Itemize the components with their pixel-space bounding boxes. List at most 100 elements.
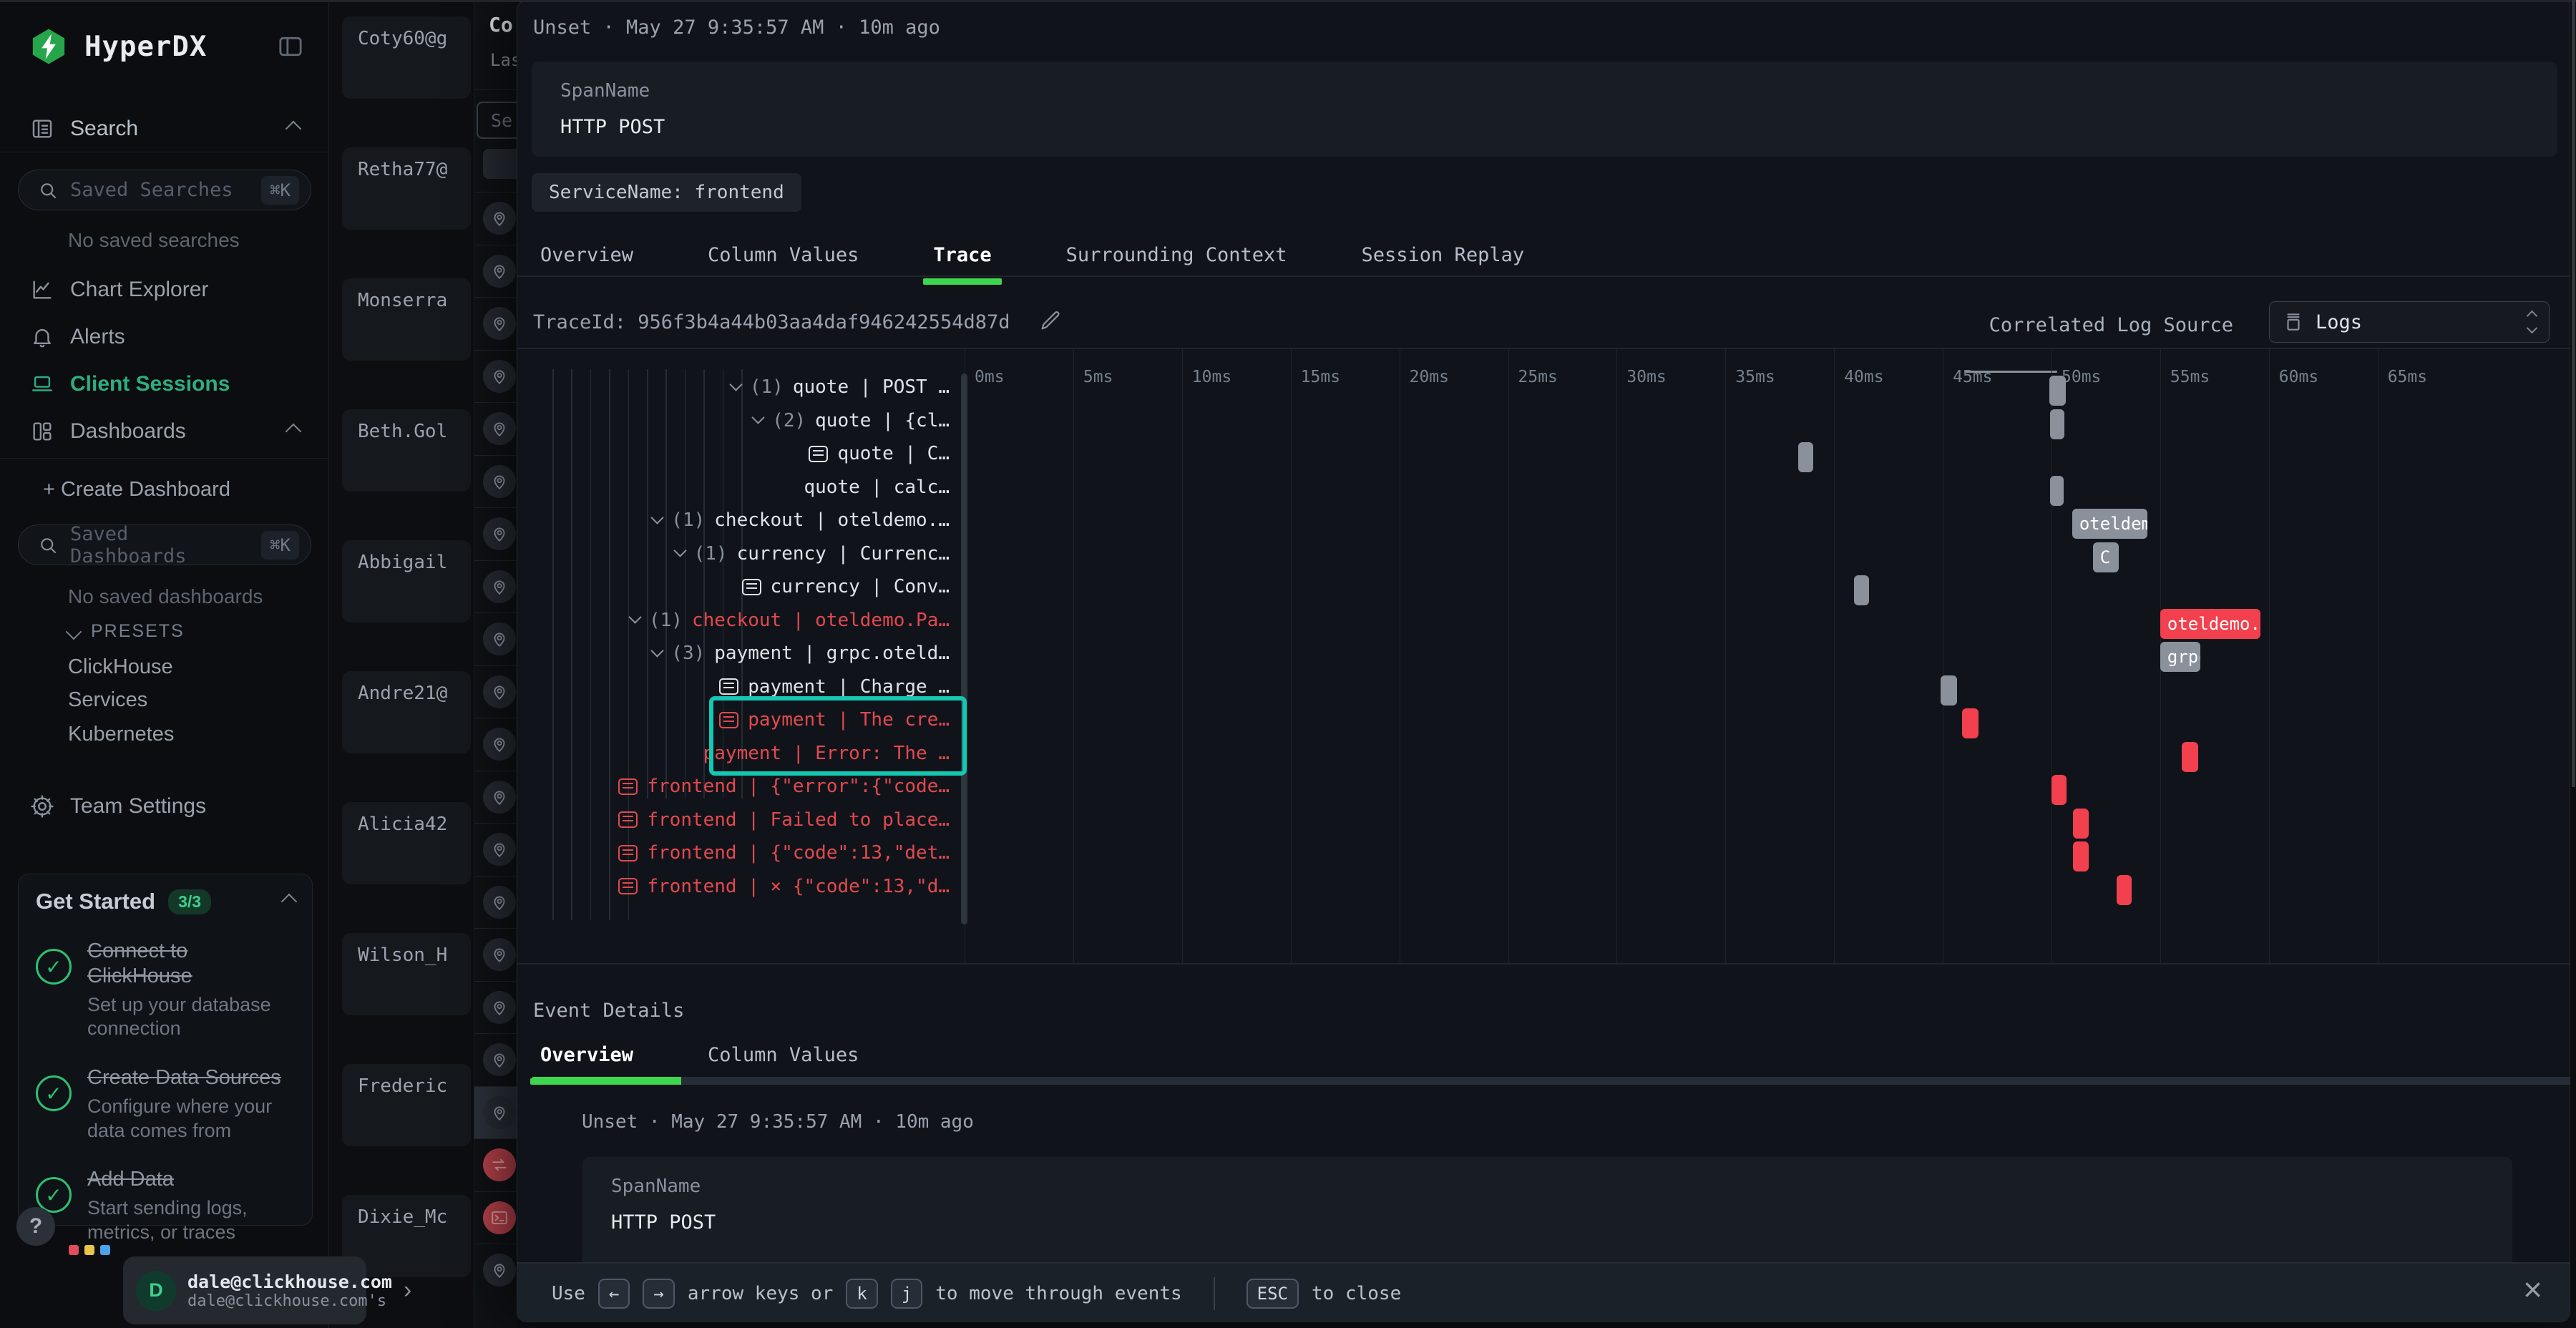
span-tree-row[interactable]: quote | calc… xyxy=(517,471,961,504)
get-started-step[interactable]: ✓ Connect to ClickHouse Set up your data… xyxy=(36,939,295,1041)
span-tree-row[interactable]: (1)checkout | oteldemo.… xyxy=(517,504,961,537)
span-bar[interactable]: C xyxy=(2093,542,2119,572)
location-event-row[interactable] xyxy=(474,771,517,824)
span-bar-error[interactable] xyxy=(2051,775,2067,805)
sidebar-item-chart-explorer[interactable]: Chart Explorer xyxy=(0,269,329,311)
location-event-row[interactable] xyxy=(474,560,517,613)
location-event-row[interactable] xyxy=(474,612,517,665)
presets-header[interactable]: PRESETS xyxy=(68,621,185,642)
timeline-tick-label: 50ms xyxy=(2062,368,2101,386)
preset-clickhouse[interactable]: ClickHouse xyxy=(68,655,173,679)
sidebar-item-search[interactable]: Search xyxy=(0,108,329,150)
span-tree-row[interactable]: (1)quote | POST … xyxy=(517,371,961,404)
location-event-row[interactable] xyxy=(474,665,517,718)
location-event-row[interactable] xyxy=(474,297,517,350)
chevron-down-icon[interactable] xyxy=(751,411,764,424)
chevron-down-icon[interactable] xyxy=(673,545,686,557)
close-icon[interactable]: × xyxy=(2523,1273,2542,1306)
span-bar[interactable] xyxy=(2050,409,2064,439)
span-tree-row[interactable]: frontend | Failed to place… xyxy=(517,804,961,837)
span-tree-row[interactable]: (3)payment | grpc.oteld… xyxy=(517,637,961,670)
span-tree-row[interactable]: frontend | {"code":13,"det… xyxy=(517,836,961,870)
preset-kubernetes[interactable]: Kubernetes xyxy=(68,723,174,746)
timeline-gridline xyxy=(1725,349,1726,963)
swap-event-row[interactable] xyxy=(474,1138,517,1191)
location-event-row[interactable] xyxy=(474,245,517,298)
span-bar-error[interactable] xyxy=(2073,841,2088,872)
timeline-gridline xyxy=(1616,349,1617,963)
location-event-row[interactable] xyxy=(474,192,517,245)
session-card[interactable]: Monserra xyxy=(342,278,471,361)
span-tree-row[interactable]: currency | Conv… xyxy=(517,570,961,604)
chevron-up-icon[interactable] xyxy=(286,121,302,137)
sidebar-item-alerts[interactable]: Alerts xyxy=(0,316,329,358)
span-bar[interactable]: grpc. xyxy=(2160,642,2200,672)
chevron-up-icon[interactable] xyxy=(281,894,298,910)
span-bar[interactable] xyxy=(2050,476,2063,506)
span-bar[interactable]: oteldemo. xyxy=(2072,509,2147,539)
span-bar-error[interactable] xyxy=(2182,742,2198,772)
location-event-row[interactable] xyxy=(474,1244,517,1297)
chevron-down-icon[interactable] xyxy=(651,644,664,657)
sidebar-item-client-sessions[interactable]: Client Sessions xyxy=(0,363,329,405)
child-count: (1) xyxy=(671,509,705,531)
span-bar-error[interactable] xyxy=(2117,875,2132,905)
session-search-input[interactable]: Se xyxy=(477,102,517,139)
span-tree-row[interactable]: frontend | × {"code":13,"d… xyxy=(517,870,961,904)
help-button[interactable]: ? xyxy=(16,1207,55,1246)
session-card[interactable]: Andre21@ xyxy=(342,671,471,753)
span-tree-row[interactable]: (1)currency | Currenc… xyxy=(517,537,961,571)
sidebar-item-dashboards[interactable]: Dashboards xyxy=(0,411,329,452)
chevron-up-icon[interactable] xyxy=(286,424,302,440)
location-event-row[interactable] xyxy=(474,1033,517,1086)
location-event-row[interactable] xyxy=(474,350,517,403)
session-card[interactable]: Abbigail xyxy=(342,540,471,622)
service-name-chip[interactable]: ServiceName: frontend xyxy=(532,173,801,212)
chevron-down-icon[interactable] xyxy=(628,611,641,624)
span-tree-row[interactable]: quote | C… xyxy=(517,437,961,471)
location-event-row[interactable] xyxy=(474,876,517,929)
location-event-row[interactable] xyxy=(474,823,517,876)
log-source-select[interactable]: Logs xyxy=(2269,301,2550,343)
edit-pencil-icon[interactable] xyxy=(1038,308,1063,336)
location-event-row[interactable] xyxy=(474,402,517,455)
session-card[interactable]: Retha77@ xyxy=(342,147,471,230)
span-tree-row[interactable]: (1)checkout | oteldemo.Pa… xyxy=(517,604,961,638)
span-bar-error[interactable] xyxy=(2073,809,2088,839)
get-started-step[interactable]: ✓ Create Data Sources Configure where yo… xyxy=(36,1065,295,1143)
chevron-down-icon[interactable] xyxy=(729,378,742,391)
user-account-chip[interactable]: D dale@clickhouse.com dale@clickhouse.co… xyxy=(123,1256,366,1324)
sidebar-item-team-settings[interactable]: Team Settings xyxy=(0,786,329,827)
span-bar[interactable] xyxy=(1941,675,1957,706)
location-event-row[interactable] xyxy=(474,1086,517,1139)
location-event-row[interactable] xyxy=(474,928,517,981)
location-event-row[interactable] xyxy=(474,507,517,560)
session-card[interactable]: Coty60@g xyxy=(342,16,471,99)
span-bar[interactable] xyxy=(2049,376,2066,406)
location-event-row[interactable] xyxy=(474,718,517,771)
span-bar[interactable] xyxy=(1854,575,1869,605)
create-dashboard-button[interactable]: + Create Dashboard xyxy=(43,478,230,502)
location-event-row[interactable] xyxy=(474,455,517,508)
span-bar[interactable] xyxy=(1798,442,1813,472)
saved-dashboards-input[interactable]: Saved Dashboards ⌘K xyxy=(18,524,311,565)
preset-services[interactable]: Services xyxy=(68,688,147,712)
location-event-row[interactable] xyxy=(474,981,517,1034)
session-card[interactable]: Alicia42 xyxy=(342,802,471,884)
session-card[interactable]: Wilson_H xyxy=(342,933,471,1015)
terminal-event-row[interactable] xyxy=(474,1191,517,1244)
span-tree-row[interactable]: (2)quote | {cl… xyxy=(517,404,961,438)
get-started-step[interactable]: ✓ Add Data Start sending logs, metrics, … xyxy=(36,1167,295,1244)
session-user: Andre21@ xyxy=(358,683,471,704)
saved-searches-input[interactable]: Saved Searches ⌘K xyxy=(18,170,311,210)
tree-scrollbar[interactable] xyxy=(961,374,967,924)
span-bar-error[interactable]: oteldemo. xyxy=(2160,609,2260,639)
keyboard-hints-footer: Use ← → arrow keys or k j to move throug… xyxy=(517,1262,2570,1322)
session-card[interactable]: Frederic xyxy=(342,1064,471,1146)
session-filter-button[interactable] xyxy=(483,149,517,179)
session-card[interactable]: Beth.Gol xyxy=(342,409,471,492)
chevron-down-icon[interactable] xyxy=(651,511,664,524)
span-bar-error[interactable] xyxy=(1962,708,1979,738)
page-scrollbar[interactable] xyxy=(2572,0,2575,787)
sidebar-collapse-icon[interactable] xyxy=(274,32,307,61)
